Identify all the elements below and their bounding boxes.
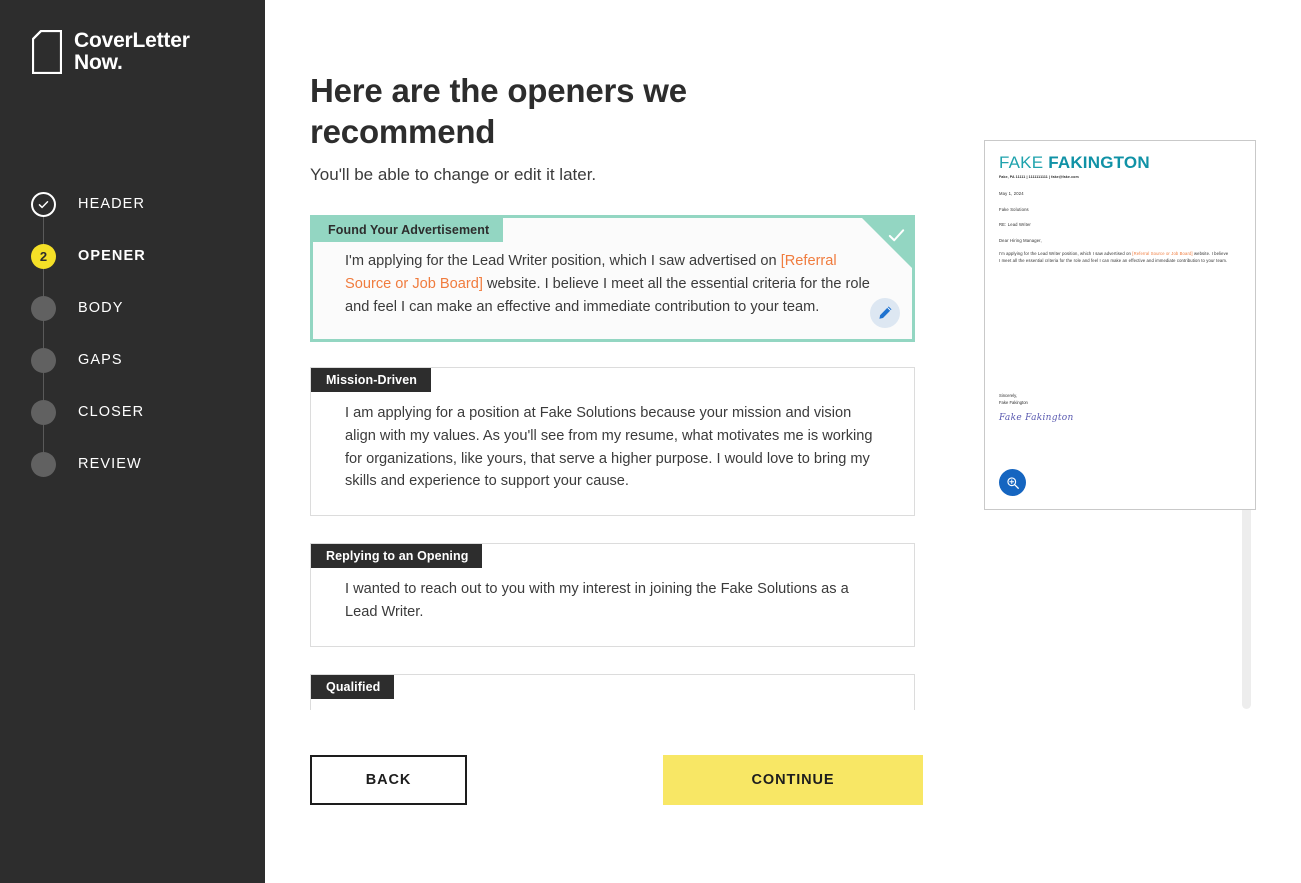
cover-letter-preview[interactable]: FAKE FAKINGTON Fake, PA 11111 | 11111111… xyxy=(984,140,1256,510)
opener-card-text: I'm applying for the Lead Writer positio… xyxy=(313,242,912,339)
opener-card[interactable]: Qualified I am excited to apply for the … xyxy=(310,674,915,710)
brand-logo[interactable]: CoverLetter Now. xyxy=(31,29,190,75)
continue-button[interactable]: CONTINUE xyxy=(663,755,923,805)
magnifier-plus-icon xyxy=(1006,476,1019,489)
opener-card-text: I wanted to reach out to you with my int… xyxy=(345,581,849,621)
step-dot xyxy=(31,399,56,425)
opener-card-text: I am applying for a position at Fake Sol… xyxy=(345,404,873,490)
preview-closing: Sincerely, xyxy=(999,393,1018,398)
sidebar-item-label: GAPS xyxy=(78,352,123,368)
brand-name: CoverLetter Now. xyxy=(74,30,190,74)
preview-body: I'm applying for the Lead Writer positio… xyxy=(999,251,1230,265)
page-subtitle: You'll be able to change or edit it late… xyxy=(310,165,597,184)
preview-zoom-button[interactable] xyxy=(999,469,1026,496)
preview-body-placeholder: [Referral Source or Job Board] xyxy=(1132,251,1193,256)
preview-last-name: FAKINGTON xyxy=(1048,153,1150,172)
document-icon xyxy=(31,29,63,75)
preview-first-name: FAKE xyxy=(999,153,1044,172)
preview-date: May 1, 2024 xyxy=(999,191,1024,196)
back-button[interactable]: BACK xyxy=(310,755,467,805)
brand-line-1: CoverLetter xyxy=(74,29,190,53)
preview-closing-block: Sincerely, Fake Fakington xyxy=(999,393,1028,407)
opener-card-tag: Found Your Advertisement xyxy=(313,218,504,242)
sidebar-item-label: OPENER xyxy=(78,248,146,264)
page-title: Here are the openers we recommend xyxy=(310,72,687,151)
sidebar-item-body[interactable]: BODY xyxy=(0,282,265,334)
opener-card-selected[interactable]: Found Your Advertisement I'm applying fo… xyxy=(310,215,915,342)
opener-card-tag: Mission-Driven xyxy=(311,367,431,392)
sidebar-item-label: REVIEW xyxy=(78,456,142,472)
preview-body-before: I'm applying for the Lead Writer positio… xyxy=(999,251,1133,256)
preview-contact: Fake, PA 11111 | 1111111111 | fake@fake.… xyxy=(999,175,1079,179)
opener-list: Found Your Advertisement I'm applying fo… xyxy=(310,215,950,710)
step-dot xyxy=(31,451,56,477)
preview-signature: Fake Fakington xyxy=(999,413,1074,423)
preview-company: Fake Solutions xyxy=(999,207,1029,212)
sidebar-item-label: BODY xyxy=(78,300,124,316)
step-dot xyxy=(31,295,56,321)
opener-card-text: I am excited to apply for the Lead Write… xyxy=(311,699,914,710)
sidebar-item-label: CLOSER xyxy=(78,404,145,420)
check-icon xyxy=(888,229,905,242)
step-nav: HEADER 2 OPENER BODY GAPS CLOSER REVIEW xyxy=(0,178,265,490)
edit-opener-button[interactable] xyxy=(870,297,900,328)
sidebar-item-gaps[interactable]: GAPS xyxy=(0,334,265,386)
sidebar-item-label: HEADER xyxy=(78,196,146,212)
main-content: Here are the openers we recommend You'll… xyxy=(265,0,1301,883)
preview-signer: Fake Fakington xyxy=(999,399,1028,405)
sidebar-item-review[interactable]: REVIEW xyxy=(0,438,265,490)
sidebar: CoverLetter Now. HEADER 2 OPENER BODY GA… xyxy=(0,0,265,883)
sidebar-item-header[interactable]: HEADER xyxy=(0,178,265,230)
opener-text-before: I'm applying for the Lead Writer positio… xyxy=(345,253,781,269)
sidebar-item-opener[interactable]: 2 OPENER xyxy=(0,230,265,282)
pencil-icon xyxy=(878,306,891,319)
selected-corner xyxy=(862,218,912,268)
step-dot xyxy=(31,347,56,373)
brand-line-2: Now. xyxy=(74,51,123,74)
step-check-icon xyxy=(31,191,56,217)
opener-card[interactable]: Mission-Driven I am applying for a posit… xyxy=(310,366,915,517)
sidebar-item-closer[interactable]: CLOSER xyxy=(0,386,265,438)
preview-name: FAKE FAKINGTON xyxy=(999,153,1150,173)
opener-card-tag: Replying to an Opening xyxy=(311,544,483,569)
step-number-badge: 2 xyxy=(31,243,56,269)
preview-re-line: RE: Lead Writer xyxy=(999,222,1031,227)
opener-card[interactable]: Replying to an Opening I wanted to reach… xyxy=(310,543,915,648)
preview-salutation: Dear Hiring Manager, xyxy=(999,238,1042,243)
opener-card-tag: Qualified xyxy=(311,675,395,700)
